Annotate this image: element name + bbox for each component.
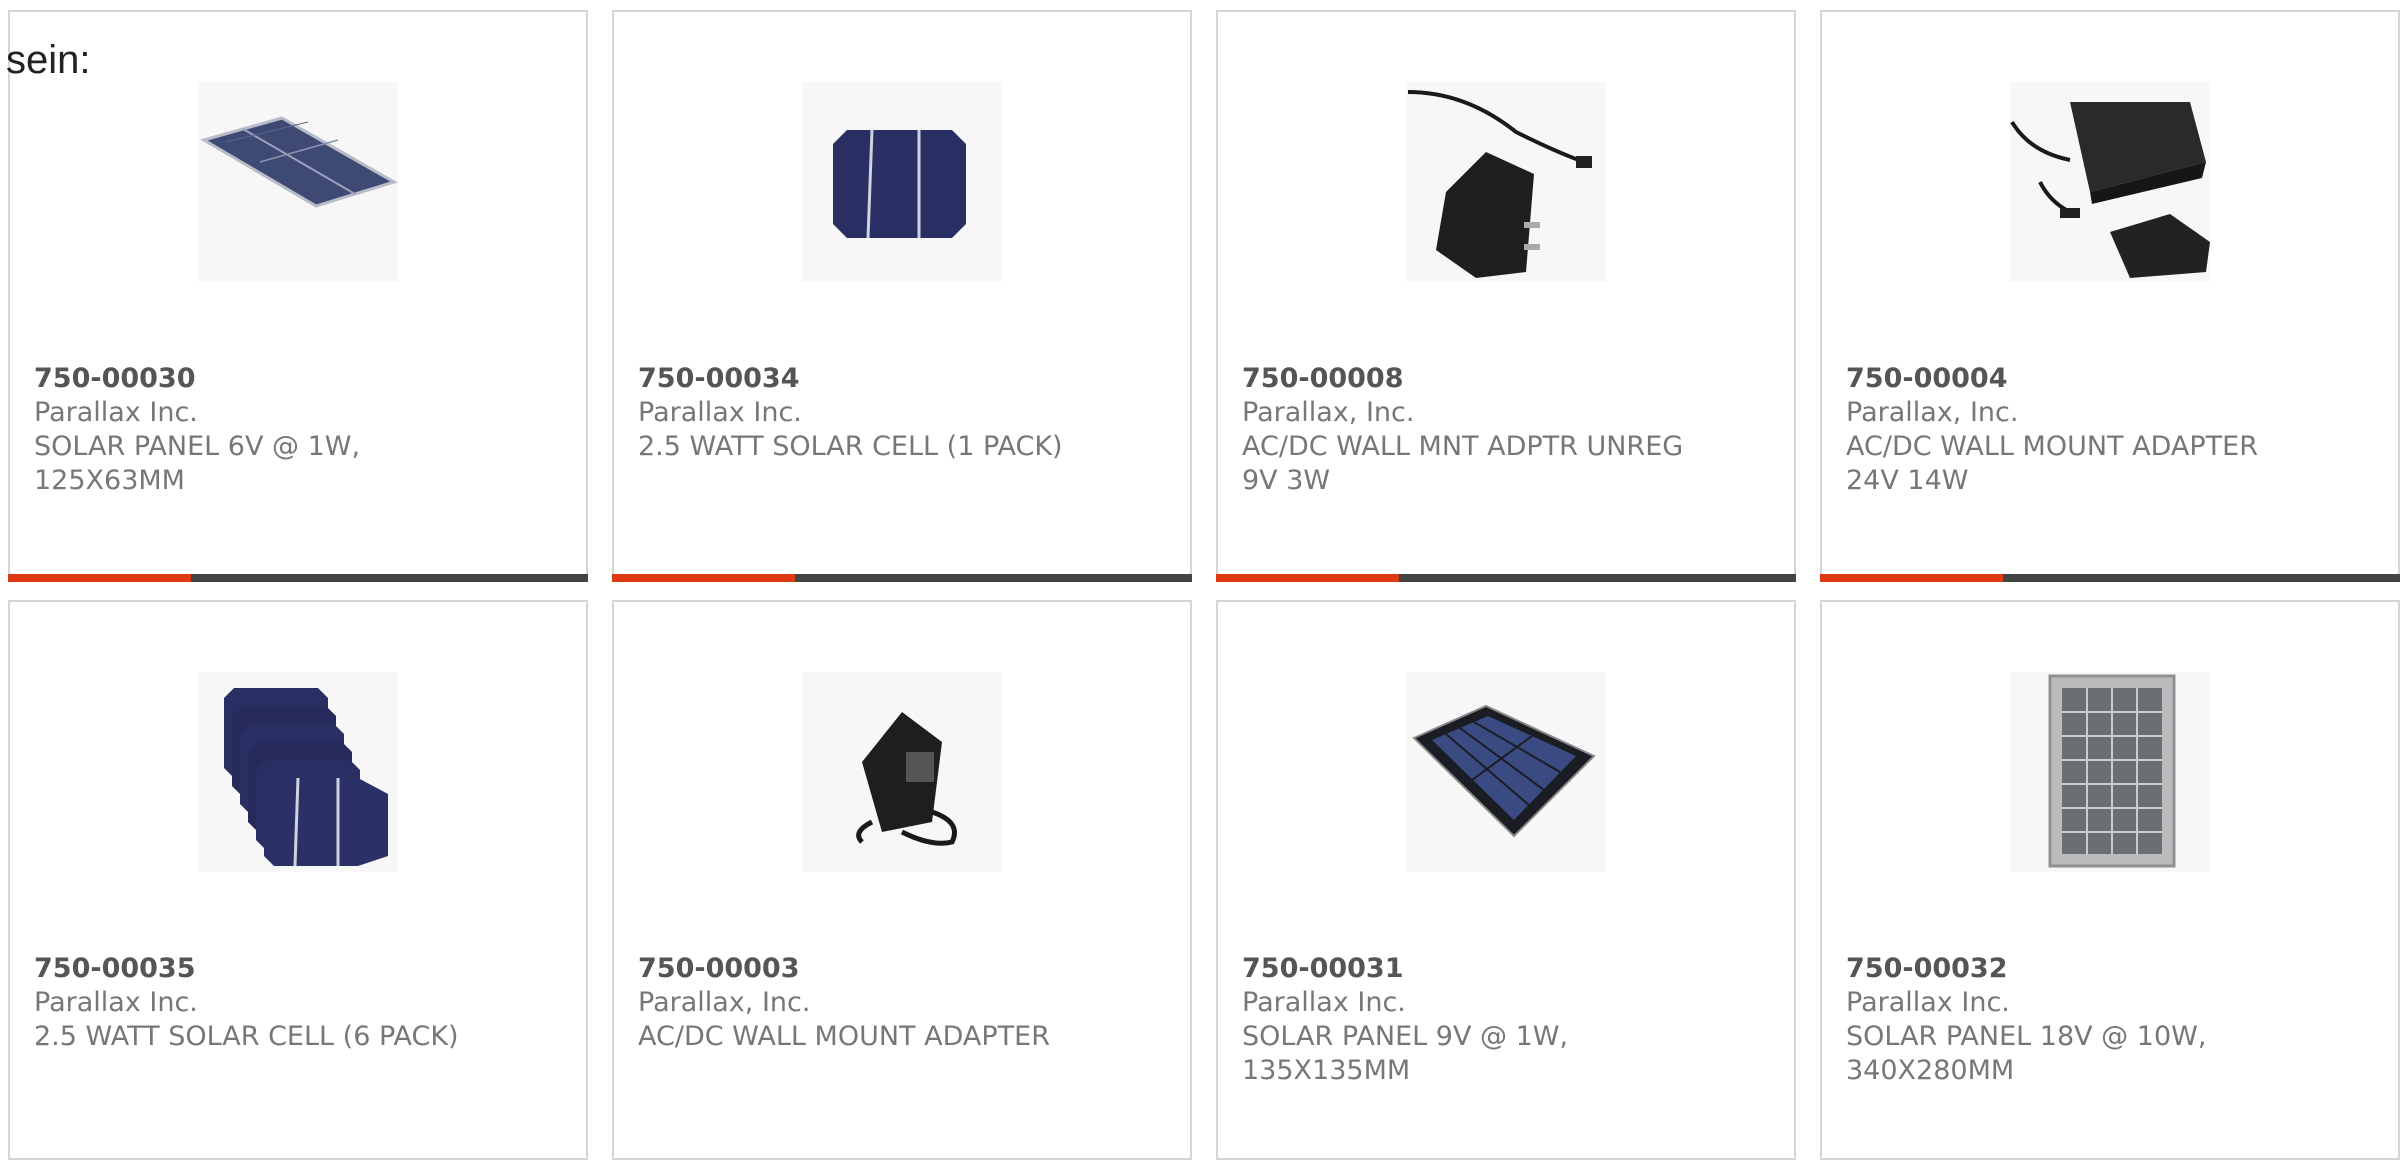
solar-cell-icon xyxy=(802,82,1002,282)
manufacturer: Parallax Inc. xyxy=(1846,987,2010,1018)
product-card[interactable]: 750-00034 Parallax Inc. 2.5 WATT SOLAR C… xyxy=(612,10,1192,582)
part-number[interactable]: 750-00032 xyxy=(1846,952,2378,986)
manufacturer: Parallax, Inc. xyxy=(1846,397,2019,428)
manufacturer: Parallax Inc. xyxy=(638,397,802,428)
product-card[interactable]: 750-00003 Parallax, Inc. AC/DC WALL MOUN… xyxy=(612,600,1192,1160)
solar-panel-framed-icon xyxy=(2010,672,2210,872)
manufacturer: Parallax, Inc. xyxy=(638,987,811,1018)
manufacturer: Parallax Inc. xyxy=(34,397,198,428)
description: AC/DC WALL MOUNT ADAPTER 24V 14W xyxy=(1846,431,2258,496)
card-accent xyxy=(1820,574,2003,582)
product-card[interactable]: 750-00032 Parallax Inc. SOLAR PANEL 18V … xyxy=(1820,600,2400,1160)
manufacturer: Parallax, Inc. xyxy=(1242,397,1415,428)
part-number[interactable]: 750-00034 xyxy=(638,362,1170,396)
intro-text: sein: xyxy=(6,38,91,82)
wall-adapter-small-icon xyxy=(802,672,1002,872)
wall-adapter-icon xyxy=(1406,82,1606,282)
product-card[interactable]: 750-00031 Parallax Inc. SOLAR PANEL 9V @… xyxy=(1216,600,1796,1160)
card-bottom-bar xyxy=(1216,574,1796,582)
manufacturer: Parallax Inc. xyxy=(1242,987,1406,1018)
part-number[interactable]: 750-00008 xyxy=(1242,362,1774,396)
card-accent xyxy=(1216,574,1399,582)
part-number[interactable]: 750-00031 xyxy=(1242,952,1774,986)
description: AC/DC WALL MNT ADPTR UNREG 9V 3W xyxy=(1242,431,1684,496)
description: SOLAR PANEL 18V @ 10W, 340X280MM xyxy=(1846,1021,2207,1086)
product-card[interactable]: 750-00035 Parallax Inc. 2.5 WATT SOLAR C… xyxy=(8,600,588,1160)
description: SOLAR PANEL 9V @ 1W, 135X135MM xyxy=(1242,1021,1569,1086)
solar-cell-stack-icon xyxy=(198,672,398,872)
wall-adapter-plug-icon xyxy=(2010,82,2210,282)
part-number[interactable]: 750-00003 xyxy=(638,952,1170,986)
product-card[interactable]: 750-00008 Parallax, Inc. AC/DC WALL MNT … xyxy=(1216,10,1796,582)
manufacturer: Parallax Inc. xyxy=(34,987,198,1018)
card-bottom-bar xyxy=(1820,574,2400,582)
card-accent xyxy=(8,574,191,582)
part-number[interactable]: 750-00004 xyxy=(1846,362,2378,396)
part-number[interactable]: 750-00035 xyxy=(34,952,566,986)
description: 2.5 WATT SOLAR CELL (1 PACK) xyxy=(638,431,1063,462)
card-bottom-bar xyxy=(612,574,1192,582)
description: 2.5 WATT SOLAR CELL (6 PACK) xyxy=(34,1021,459,1052)
product-card[interactable]: 750-00030 Parallax Inc. SOLAR PANEL 6V @… xyxy=(8,10,588,582)
product-card[interactable]: 750-00004 Parallax, Inc. AC/DC WALL MOUN… xyxy=(1820,10,2400,582)
solar-panel-square-icon xyxy=(1406,672,1606,872)
card-accent xyxy=(612,574,795,582)
part-number[interactable]: 750-00030 xyxy=(34,362,566,396)
description: SOLAR PANEL 6V @ 1W, 125X63MM xyxy=(34,431,361,496)
description: AC/DC WALL MOUNT ADAPTER xyxy=(638,1021,1050,1052)
card-bottom-bar xyxy=(8,574,588,582)
solar-panel-small-icon xyxy=(198,82,398,282)
